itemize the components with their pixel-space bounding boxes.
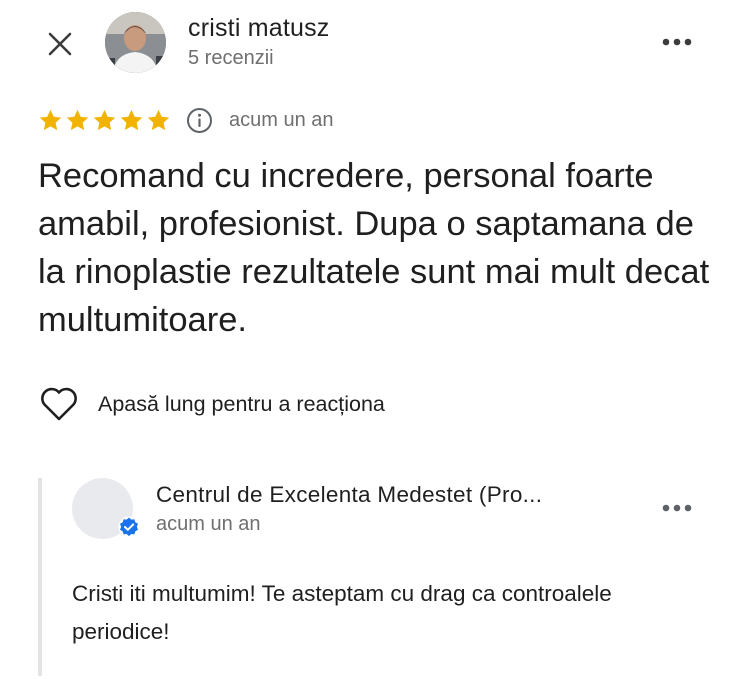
rating-row: acum un an — [38, 104, 334, 136]
reply-text: Cristi iti multumim! Te asteptam cu drag… — [72, 581, 612, 644]
reviewer-name[interactable]: cristi matusz — [188, 14, 330, 43]
star-rating — [38, 108, 171, 133]
star-icon — [93, 109, 116, 130]
star-icon — [39, 109, 62, 130]
review-date: acum un an — [229, 108, 334, 131]
reply-divider — [38, 478, 42, 676]
more-horizontal-icon — [662, 504, 692, 512]
verified-badge-icon — [118, 516, 140, 538]
reply-date: acum un an — [156, 513, 261, 535]
star-icon — [147, 109, 170, 130]
reviewer-avatar[interactable] — [105, 12, 166, 73]
review-text: Recomand cu incredere, personal foarte a… — [38, 157, 710, 339]
reply-more-options-button[interactable] — [660, 498, 694, 518]
reviewer-review-count: 5 recenzii — [188, 47, 274, 69]
verified-badge — [118, 516, 140, 538]
more-horizontal-icon — [662, 38, 692, 46]
react-button[interactable]: Apasă lung pentru a reacționa — [38, 384, 385, 424]
star-icon — [120, 109, 143, 130]
heart-outline-icon — [41, 387, 77, 421]
info-button[interactable] — [185, 106, 213, 134]
review-more-options-button[interactable] — [660, 32, 694, 52]
business-name[interactable]: Centrul de Excelenta Medestet (Pro... — [156, 482, 542, 508]
react-label: Apasă lung pentru a reacționa — [98, 391, 385, 416]
star-icon — [66, 109, 89, 130]
close-button[interactable] — [44, 28, 76, 60]
close-icon — [48, 32, 72, 56]
info-icon — [186, 107, 212, 133]
